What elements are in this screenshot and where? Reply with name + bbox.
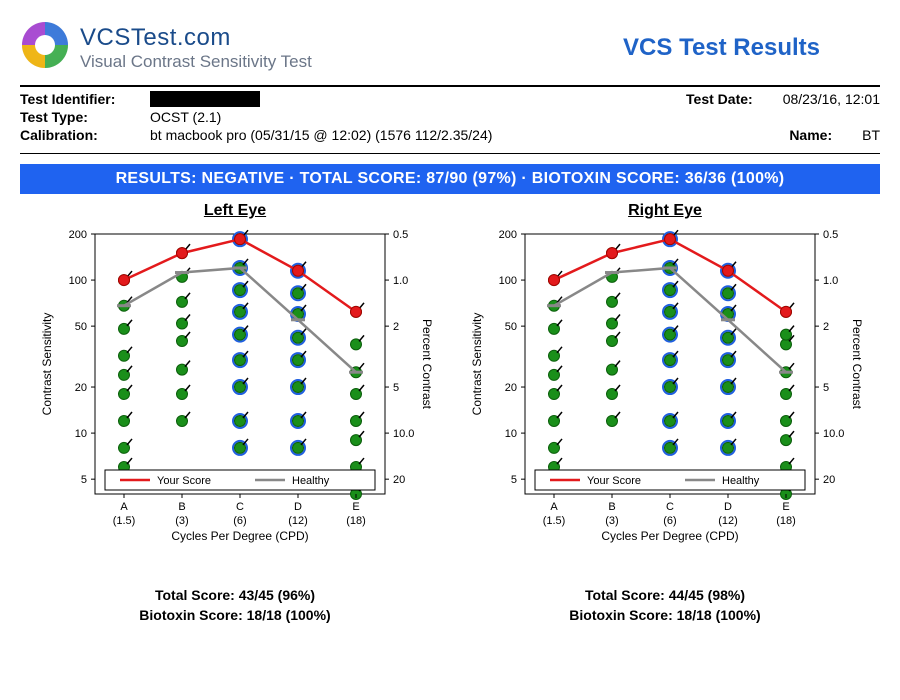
brand-subtitle: Visual Contrast Sensitivity Test bbox=[80, 52, 312, 72]
name-value: BT bbox=[862, 127, 880, 143]
svg-text:Cycles Per Degree (CPD): Cycles Per Degree (CPD) bbox=[601, 529, 738, 543]
svg-text:(1.5): (1.5) bbox=[113, 515, 136, 527]
svg-text:Cycles Per Degree (CPD): Cycles Per Degree (CPD) bbox=[171, 529, 308, 543]
svg-text:Percent Contrast: Percent Contrast bbox=[850, 319, 864, 410]
svg-text:100: 100 bbox=[69, 275, 87, 287]
chart-title-right: Right Eye bbox=[628, 202, 702, 220]
svg-text:D: D bbox=[724, 501, 732, 513]
svg-text:10.0: 10.0 bbox=[823, 428, 844, 440]
test-type-value: OCST (2.1) bbox=[150, 109, 221, 125]
svg-text:A: A bbox=[550, 501, 558, 513]
svg-text:50: 50 bbox=[505, 321, 517, 333]
chart-svg-left: 5 10 20 50 100 200 20 10.0 5 2 1.0 0.5 Contrast Sens… bbox=[35, 224, 435, 584]
svg-text:20: 20 bbox=[75, 382, 87, 394]
svg-text:5: 5 bbox=[81, 474, 87, 486]
svg-text:B: B bbox=[608, 501, 615, 513]
results-bar: RESULTS: NEGATIVE · TOTAL SCORE: 87/90 (… bbox=[20, 164, 880, 194]
svg-text:200: 200 bbox=[499, 229, 517, 241]
svg-text:Healthy: Healthy bbox=[722, 475, 760, 487]
svg-text:B: B bbox=[178, 501, 185, 513]
svg-text:(6): (6) bbox=[233, 515, 246, 527]
svg-text:(3): (3) bbox=[605, 515, 618, 527]
svg-text:2: 2 bbox=[393, 321, 399, 333]
svg-text:(12): (12) bbox=[718, 515, 738, 527]
svg-text:(3): (3) bbox=[175, 515, 188, 527]
chart-left-eye: Left Eye 5 10 20 50 100 200 20 10.0 5 2 1.0 0.5 Cont… bbox=[25, 202, 445, 625]
page-title: VCS Test Results bbox=[623, 34, 820, 62]
chart-svg-right: 5 10 20 50 100 200 20 10.0 5 2 1.0 0.5 Contrast Sens… bbox=[465, 224, 865, 584]
svg-text:20: 20 bbox=[393, 474, 405, 486]
brand-name: VCSTest.com bbox=[80, 24, 312, 52]
svg-text:50: 50 bbox=[75, 321, 87, 333]
svg-text:Contrast Sensitivity: Contrast Sensitivity bbox=[470, 313, 484, 416]
test-type-label: Test Type: bbox=[20, 109, 150, 125]
svg-text:20: 20 bbox=[823, 474, 835, 486]
svg-text:E: E bbox=[782, 501, 789, 513]
test-date-label: Test Date: bbox=[686, 91, 753, 107]
brand-text: VCSTest.com Visual Contrast Sensitivity … bbox=[80, 24, 312, 72]
charts-row: Left Eye 5 10 20 50 100 200 20 10.0 5 2 1.0 0.5 Cont… bbox=[20, 202, 880, 625]
logo-icon bbox=[20, 20, 70, 75]
chart-title-left: Left Eye bbox=[204, 202, 266, 220]
left-biotoxin-score: Biotoxin Score: 18/18 (100%) bbox=[139, 606, 330, 626]
svg-text:Your Score: Your Score bbox=[587, 475, 641, 487]
left-total-score: Total Score: 43/45 (96%) bbox=[139, 586, 330, 606]
test-identifier-value-redacted bbox=[150, 91, 260, 107]
svg-text:Healthy: Healthy bbox=[292, 475, 330, 487]
svg-text:0.5: 0.5 bbox=[393, 229, 408, 241]
metadata-block: Test Identifier: Test Date: 08/23/16, 12… bbox=[20, 85, 880, 143]
chart-right-eye: Right Eye 5 10 20 50 100 200 20 10.0 5 2 1.0 0.5 Con… bbox=[455, 202, 875, 625]
header: VCSTest.com Visual Contrast Sensitivity … bbox=[20, 20, 880, 75]
svg-text:D: D bbox=[294, 501, 302, 513]
svg-text:20: 20 bbox=[505, 382, 517, 394]
svg-text:1.0: 1.0 bbox=[823, 275, 838, 287]
svg-text:(1.5): (1.5) bbox=[543, 515, 566, 527]
calibration-label: Calibration: bbox=[20, 127, 150, 143]
svg-text:10: 10 bbox=[505, 428, 517, 440]
svg-text:5: 5 bbox=[511, 474, 517, 486]
name-label: Name: bbox=[789, 127, 832, 143]
calibration-value: bt macbook pro (05/31/15 @ 12:02) (1576 … bbox=[150, 127, 492, 143]
test-identifier-label: Test Identifier: bbox=[20, 91, 150, 107]
right-biotoxin-score: Biotoxin Score: 18/18 (100%) bbox=[569, 606, 760, 626]
svg-text:Your Score: Your Score bbox=[157, 475, 211, 487]
svg-text:(18): (18) bbox=[776, 515, 796, 527]
svg-text:100: 100 bbox=[499, 275, 517, 287]
test-date-value: 08/23/16, 12:01 bbox=[783, 91, 880, 107]
svg-text:(6): (6) bbox=[663, 515, 676, 527]
svg-text:C: C bbox=[666, 501, 674, 513]
chart-scores-right: Total Score: 44/45 (98%) Biotoxin Score:… bbox=[569, 586, 760, 625]
chart-scores-left: Total Score: 43/45 (96%) Biotoxin Score:… bbox=[139, 586, 330, 625]
brand: VCSTest.com Visual Contrast Sensitivity … bbox=[20, 20, 312, 75]
svg-text:0.5: 0.5 bbox=[823, 229, 838, 241]
svg-text:Percent Contrast: Percent Contrast bbox=[420, 319, 434, 410]
svg-text:1.0: 1.0 bbox=[393, 275, 408, 287]
svg-text:A: A bbox=[120, 501, 128, 513]
svg-text:(12): (12) bbox=[288, 515, 308, 527]
svg-text:200: 200 bbox=[69, 229, 87, 241]
svg-text:10: 10 bbox=[75, 428, 87, 440]
svg-text:10.0: 10.0 bbox=[393, 428, 414, 440]
svg-text:5: 5 bbox=[393, 382, 399, 394]
svg-text:(18): (18) bbox=[346, 515, 366, 527]
divider bbox=[20, 153, 880, 154]
svg-text:2: 2 bbox=[823, 321, 829, 333]
svg-text:Contrast Sensitivity: Contrast Sensitivity bbox=[40, 313, 54, 416]
svg-text:5: 5 bbox=[823, 382, 829, 394]
svg-text:E: E bbox=[352, 501, 359, 513]
right-total-score: Total Score: 44/45 (98%) bbox=[569, 586, 760, 606]
svg-text:C: C bbox=[236, 501, 244, 513]
